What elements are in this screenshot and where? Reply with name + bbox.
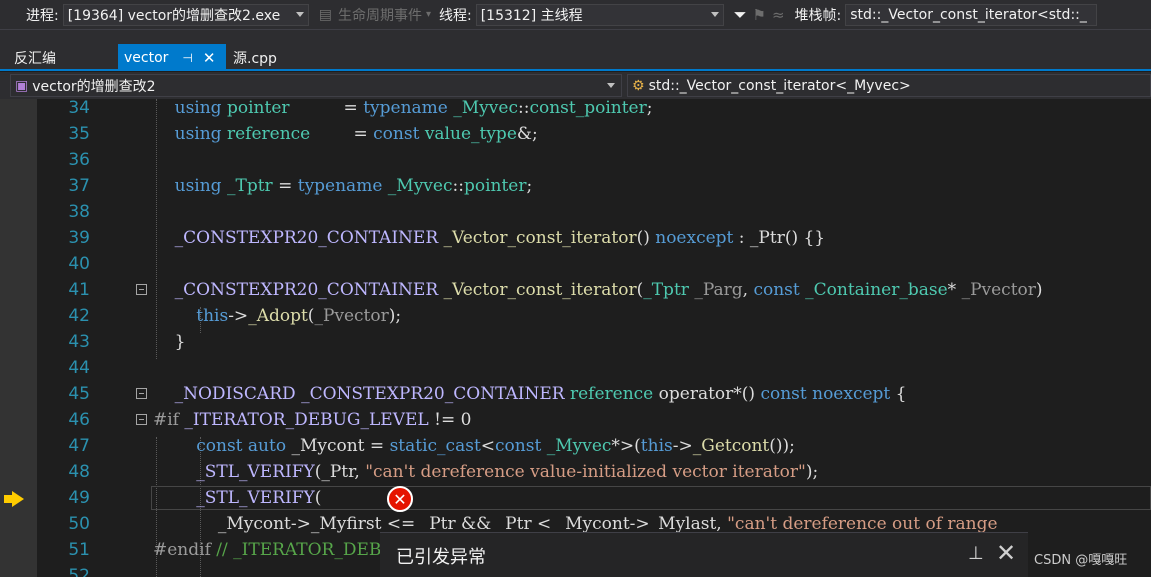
code-line: 36	[0, 148, 1151, 174]
tab-label: 反汇编	[14, 50, 56, 67]
debug-toolbar: 进程: [19364] vector的增删查改2.exe ▤ 生命周期事件 ▾ …	[0, 0, 1151, 30]
code-text: }	[153, 332, 186, 352]
project-icon: ▣	[15, 77, 29, 94]
navigation-bar: ▣ vector的增删查改2 ⚙ std::_Vector_const_iter…	[0, 72, 1151, 99]
line-number: 45	[68, 384, 90, 404]
line-number: 48	[68, 462, 90, 482]
code-line: 48 _STL_VERIFY(_Ptr, "can't dereference …	[0, 460, 1151, 486]
stackframe-combo[interactable]: std::_Vector_const_iterator<std::_	[845, 3, 1098, 26]
code-editor[interactable]: 34 using pointer = typename _Myvec::cons…	[0, 99, 1151, 577]
code-line: 47 const auto _Mycont = static_cast<cons…	[0, 434, 1151, 460]
line-number: 39	[68, 228, 90, 248]
line-number: 51	[68, 540, 90, 560]
lifecycle-events-label[interactable]: 生命周期事件	[338, 5, 422, 25]
exception-error-icon[interactable]: ✕	[387, 486, 413, 512]
code-text: _Mycont->_Myfirst <= _Ptr && _Ptr < _Myc…	[153, 514, 998, 534]
line-number: 36	[68, 150, 90, 170]
collapse-toggle[interactable]	[136, 388, 147, 399]
code-line: 39 _CONSTEXPR20_CONTAINER _Vector_const_…	[0, 226, 1151, 252]
code-line: 38	[0, 200, 1151, 226]
thread-label: 线程:	[438, 7, 472, 24]
pin-icon[interactable]: ⊣	[182, 51, 192, 65]
document-tabs: 反汇编 vector ⊣ ✕ 源.cpp	[0, 30, 1151, 71]
filter-flag-icon[interactable]: ⚑	[753, 6, 766, 24]
exception-helper: 已引发异常 ⊥ ✕	[380, 532, 1028, 577]
lifecycle-icon: ▤	[318, 6, 332, 23]
tab-label: vector	[124, 49, 169, 66]
code-line: 35 using reference = const value_type&;	[0, 122, 1151, 148]
code-text: using pointer = typename _Myvec::const_p…	[174, 99, 653, 118]
thread-combo[interactable]: [15312] 主线程	[475, 3, 724, 26]
code-text: this->_Adopt(_Pvector);	[196, 306, 402, 326]
tab-label: 源.cpp	[233, 50, 277, 67]
stackframe-label: 堆栈帧:	[794, 7, 842, 24]
code-line: 43 }	[0, 330, 1151, 356]
chevron-down-icon	[710, 11, 719, 17]
instruction-pointer-arrow-icon	[12, 491, 24, 507]
tab-vector[interactable]: vector ⊣ ✕	[118, 44, 226, 71]
line-number: 44	[68, 358, 90, 378]
line-number: 50	[68, 514, 90, 534]
line-number: 40	[68, 254, 90, 274]
line-number: 49	[68, 488, 90, 508]
class-icon: ⚙	[632, 77, 645, 94]
pin-icon[interactable]: ⊥	[968, 543, 984, 564]
expand-threads-icon[interactable]: ≈	[772, 6, 785, 24]
chevron-down-icon	[295, 11, 304, 17]
line-number: 47	[68, 436, 90, 456]
collapse-toggle[interactable]	[136, 284, 147, 295]
code-text: _STL_VERIFY(_Ptr, "can't dereference val…	[196, 462, 819, 482]
code-text: _CONSTEXPR20_CONTAINER _Vector_const_ite…	[174, 280, 1043, 300]
code-text: const auto _Mycont = static_cast<const _…	[196, 436, 795, 456]
code-line: 37 using _Tptr = typename _Myvec::pointe…	[0, 174, 1151, 200]
tab-source-cpp[interactable]: 源.cpp	[227, 44, 283, 71]
line-number: 34	[68, 99, 90, 118]
close-icon[interactable]: ✕	[203, 49, 216, 67]
chevron-down-icon	[607, 83, 615, 88]
line-number: 35	[68, 124, 90, 144]
scope-combo[interactable]: ⚙ std::_Vector_const_iterator<_Myvec>	[627, 74, 1151, 97]
thread-value: [15312] 主线程	[480, 7, 583, 24]
code-line: 45 _NODISCARD _CONSTEXPR20_CONTAINER ref…	[0, 382, 1151, 408]
tab-accent-strip	[0, 69, 1151, 71]
tab-disassembly[interactable]: 反汇编	[8, 44, 62, 71]
project-combo[interactable]: ▣ vector的增删查改2	[10, 74, 622, 97]
code-line: 44	[0, 356, 1151, 382]
process-combo[interactable]: [19364] vector的增删查改2.exe	[62, 3, 309, 26]
chevron-down-icon: ▾	[425, 9, 431, 20]
code-text: using _Tptr = typename _Myvec::pointer;	[174, 176, 533, 196]
line-number: 37	[68, 176, 90, 196]
collapse-toggle[interactable]	[136, 414, 147, 425]
project-name: vector的增删查改2	[32, 78, 156, 95]
code-text: #if _ITERATOR_DEBUG_LEVEL != 0	[153, 410, 472, 430]
process-value: [19364] vector的增删查改2.exe	[67, 7, 281, 24]
code-line: 40	[0, 252, 1151, 278]
code-line: 42 this->_Adopt(_Pvector);	[0, 304, 1151, 330]
code-line: 41 _CONSTEXPR20_CONTAINER _Vector_const_…	[0, 278, 1151, 304]
code-text: using reference = const value_type&;	[174, 124, 538, 144]
code-line-current: 49 _STL_VERIFY(	[0, 486, 1151, 512]
code-line: 34 using pointer = typename _Myvec::cons…	[0, 99, 1151, 122]
watermark: CSDN @嘎嘎旺	[1034, 553, 1128, 568]
line-number: 52	[68, 566, 90, 577]
scope-name: std::_Vector_const_iterator<_Myvec>	[648, 77, 911, 94]
code-text: _STL_VERIFY(	[196, 488, 322, 508]
close-icon[interactable]: ✕	[996, 539, 1016, 567]
line-number: 43	[68, 332, 90, 352]
code-text: _NODISCARD _CONSTEXPR20_CONTAINER refere…	[174, 384, 907, 404]
exception-title: 已引发异常	[396, 547, 486, 568]
line-number: 41	[68, 280, 90, 300]
filter-icon[interactable]: ⏷	[734, 5, 747, 25]
line-number: 42	[68, 306, 90, 326]
process-label: 进程:	[26, 7, 59, 24]
line-number: 46	[68, 410, 90, 430]
stackframe-value: std::_Vector_const_iterator<std::_	[850, 6, 1087, 23]
line-number: 38	[68, 202, 90, 222]
code-line: 46 #if _ITERATOR_DEBUG_LEVEL != 0	[0, 408, 1151, 434]
code-text: _CONSTEXPR20_CONTAINER _Vector_const_ite…	[174, 228, 826, 248]
